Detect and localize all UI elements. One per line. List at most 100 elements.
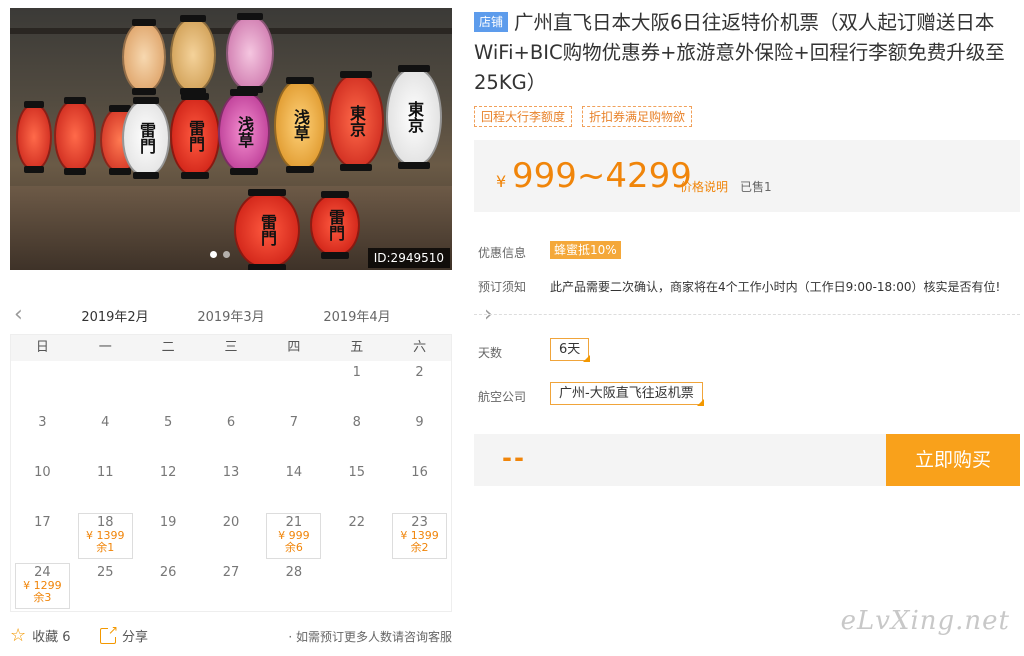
sold-count: 已售1 (740, 180, 772, 194)
day-number: 13 (222, 465, 240, 480)
day-number: 20 (222, 515, 240, 530)
product-title: 广州直飞日本大阪6日往返特价机票（双人起订赠送日本WiFi+BIC购物优惠券+旅… (474, 11, 1005, 94)
favorite-button[interactable]: ☆ 收藏 6 (10, 626, 71, 645)
star-icon: ☆ (10, 624, 27, 646)
lantern: 雷門 (170, 93, 220, 179)
calendar-day: 25 (74, 561, 137, 611)
day-number: 18 (97, 515, 114, 530)
calendar-day: 2 (388, 361, 451, 411)
day-number: 11 (97, 465, 114, 480)
lantern: 浅草 (218, 89, 270, 175)
weekday-label: 六 (413, 340, 427, 355)
lantern (170, 15, 216, 95)
weekday-label: 日 (35, 340, 49, 355)
lantern: 浅草 (274, 77, 326, 173)
lantern (54, 97, 96, 175)
day-number: 26 (159, 565, 177, 580)
tab-month-mar[interactable]: 2019年3月 (176, 306, 286, 325)
tab-month-apr[interactable]: 2019年4月 (302, 306, 412, 325)
favorite-label: 收藏 6 (32, 630, 71, 645)
calendar-day: 19 (137, 511, 200, 561)
calendar-day: 12 (137, 461, 200, 511)
calendar-day: 1 (325, 361, 388, 411)
calendar-day[interactable]: 18 ¥ 1399 余1 (77, 513, 133, 559)
calendar-day[interactable]: 24 ¥ 1299 余3 (15, 563, 70, 609)
feature-badge: 折扣券满足购物欲 (582, 106, 693, 127)
calendar-grid: 1 2 3 4 5 6 7 8 9 10 11 12 13 14 15 16 17 18 ¥ 1399 余1 19 20 2… (11, 361, 451, 611)
price-explain-link[interactable]: 价格说明 (680, 178, 728, 195)
lantern-text: 東京 (347, 105, 366, 137)
lantern-text: 浅草 (291, 109, 310, 141)
price-box: ¥ 999~4299 价格说明 已售1 (474, 140, 1020, 212)
day-number: 2 (415, 365, 424, 380)
calendar-day: 20 (200, 511, 263, 561)
day-number: 25 (97, 565, 114, 580)
calendar-day: 5 (137, 411, 200, 461)
calendar-day: 27 (200, 561, 263, 611)
calendar-day: 14 (262, 461, 325, 511)
price-calendar: 日 一 二 三 四 五 六 1 2 3 4 5 6 7 8 9 10 11 12 13 14 15 16 17 1… (10, 334, 452, 612)
purchase-bar: -- 立即购买 (474, 434, 1020, 486)
lantern (226, 13, 274, 93)
airline-option[interactable]: 广州-大阪直飞往返机票 (550, 382, 703, 405)
chevron-left-icon[interactable]: ‹ (14, 302, 23, 327)
tab-month-feb[interactable]: 2019年2月 (60, 306, 170, 336)
day-number: 5 (163, 415, 173, 430)
day-number: 16 (411, 465, 428, 480)
day-number: 17 (34, 515, 51, 530)
days-label: 天数 (478, 346, 503, 360)
day-number: 12 (159, 465, 177, 480)
calendar-day: 4 (74, 411, 137, 461)
calendar-month-nav: ‹ 2019年2月 2019年3月 2019年4月 › (10, 300, 493, 336)
contact-note: · 如需预订更多人数请咨询客服 (288, 630, 452, 644)
calendar-day: 6 (200, 411, 263, 461)
currency-symbol: ¥ (496, 172, 507, 191)
calendar-day[interactable]: 21 ¥ 999 余6 (266, 513, 322, 559)
promo-label: 优惠信息 (478, 246, 527, 260)
calendar-day: 13 (200, 461, 263, 511)
shop-tag: 店铺 (474, 12, 509, 32)
feature-badge: 回程大行李额度 (474, 106, 573, 127)
calendar-empty-cell (262, 361, 325, 411)
day-number: 6 (226, 415, 236, 430)
day-number: 22 (348, 515, 365, 530)
lantern: 雷門 (310, 191, 360, 259)
calendar-empty-cell (74, 361, 137, 411)
carousel-dots[interactable] (210, 251, 230, 258)
lantern-text: 雷門 (258, 214, 277, 246)
divider (474, 314, 1020, 315)
weekday-label: 四 (287, 340, 301, 355)
lantern-text: 雷門 (326, 209, 345, 241)
days-option-wrap: 6天 (550, 338, 590, 361)
share-button[interactable]: 分享 (100, 622, 149, 645)
day-stock: 余1 (96, 541, 115, 554)
lantern (16, 101, 52, 173)
carousel-dot[interactable] (210, 251, 217, 258)
day-stock: 余2 (410, 541, 429, 554)
day-number: 9 (415, 415, 424, 430)
product-photo[interactable]: 雷門 雷門 浅草 浅草 東京 東京 雷門 雷門 ID:2949510 (10, 8, 452, 270)
weekday-label: 三 (224, 340, 238, 355)
day-number: 8 (352, 415, 361, 430)
airline-option-wrap: 广州-大阪直飞往返机票 (550, 382, 703, 405)
calendar-day[interactable]: 23 ¥ 1399 余2 (392, 513, 447, 559)
weekday-label: 一 (98, 340, 112, 355)
calendar-empty-cell (11, 361, 74, 411)
days-option[interactable]: 6天 (550, 338, 590, 361)
notice-text: 此产品需要二次确认，商家将在4个工作小时内（工作日9:00-18:00）核实是否… (550, 280, 1001, 294)
promo-value-wrap: 蜂蜜抵10% (550, 241, 621, 259)
day-number: 10 (34, 465, 51, 480)
carousel-dot[interactable] (223, 251, 230, 258)
promo-badge: 蜂蜜抵10% (550, 241, 621, 259)
lantern-text: 雷門 (186, 120, 205, 152)
calendar-day: 28 (262, 561, 325, 611)
lantern-text: 雷門 (137, 122, 156, 154)
lantern: 東京 (386, 65, 442, 169)
buy-now-button[interactable]: 立即购买 (886, 434, 1020, 486)
day-number: 7 (289, 415, 298, 430)
day-number: 3 (38, 415, 47, 430)
feature-badges: 回程大行李额度 折扣券满足购物欲 (474, 106, 1020, 127)
day-number: 21 (285, 515, 303, 530)
share-label: 分享 (122, 630, 149, 645)
calendar-empty-cell (325, 561, 388, 611)
